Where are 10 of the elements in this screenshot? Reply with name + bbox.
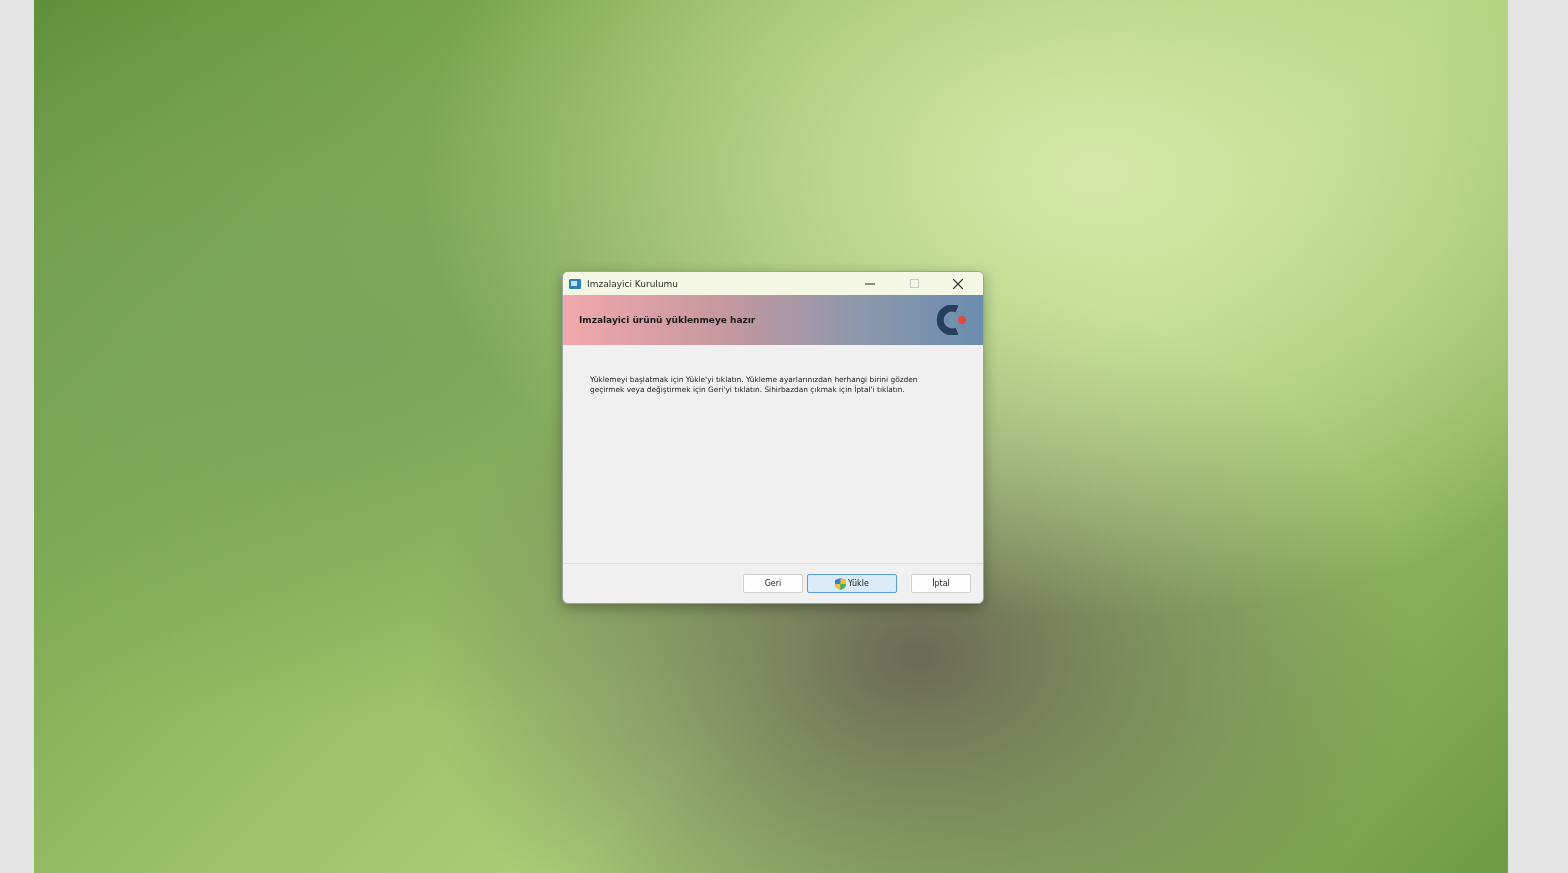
- header-title: Imzalayici ürünü yüklenmeye hazır: [579, 315, 756, 325]
- dialog-button[interactable]: Yükle: [807, 574, 897, 593]
- close-icon: [953, 278, 963, 289]
- installer-icon: [569, 278, 581, 289]
- maximize-icon: [909, 279, 919, 288]
- shield-icon: [835, 577, 847, 590]
- dialog-button[interactable]: İptal: [911, 574, 971, 593]
- dialog-button[interactable]: Geri: [743, 574, 803, 593]
- window-title: Imzalayici Kurulumu: [587, 278, 680, 289]
- logo-icon: [935, 305, 969, 335]
